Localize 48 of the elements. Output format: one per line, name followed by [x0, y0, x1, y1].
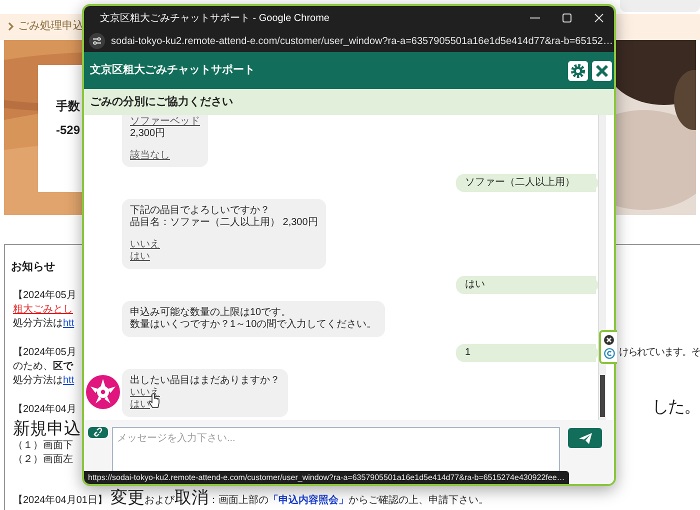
answer-link[interactable]: いいえ [130, 239, 160, 251]
send-button[interactable] [568, 428, 602, 448]
close-icon[interactable] [592, 60, 612, 80]
notice-text: のため、区で [13, 360, 73, 374]
chevron-icon [8, 22, 14, 32]
link-icon[interactable] [88, 427, 108, 438]
message-text: 1 [465, 347, 471, 359]
notice-text: 【2024年05月 [13, 288, 76, 303]
notice-text: 【2024年04月 [13, 402, 76, 417]
scrollbar-thumb[interactable] [600, 375, 605, 417]
maximize-icon[interactable] [562, 13, 572, 23]
message-text: 下記の品目でよろしいですか？ [130, 205, 271, 216]
message-text: 数量はいくつですか？1～10の間で入力してください。 [130, 319, 377, 331]
card-text: -529 [56, 122, 80, 138]
message-text: 2,300円 [130, 128, 166, 140]
notice-link[interactable]: 粗大ごみとし [13, 303, 73, 317]
notice-text: 処分方法はhtt [13, 316, 74, 331]
message-text: ソファー（二人以上用） [465, 177, 575, 189]
close-icon[interactable] [594, 13, 604, 23]
close-icon[interactable] [604, 335, 614, 345]
banner-text: ごみの分別にご協力ください [90, 94, 233, 110]
card-text: 手数 [56, 98, 80, 114]
notice-text: 【2024年05月 [13, 346, 76, 360]
notice-text: （２）画面左 [13, 453, 73, 467]
notice-text: 【2024年04月01日】 変更および取消：画面上部の「申込内容照会」からご確認の上、申請下さい。 [12, 488, 488, 509]
notices-heading: お知らせ [11, 260, 55, 274]
notice-link[interactable]: htt [63, 375, 74, 386]
letter-c-icon[interactable] [604, 348, 614, 359]
notice-text: した。 [652, 397, 700, 417]
settings-icon[interactable] [568, 60, 588, 80]
status-tooltip: https://sodai-tokyo-ku2.remote-attend-e.com/customer/user_window?ra-a=6357905501a16e1d5e414d77&ra-b=6515274e430922fee… [84, 471, 569, 484]
notice-text: けられています。そ [619, 346, 700, 360]
notice-link[interactable]: htt [63, 318, 74, 329]
notice-text: （１）画面下 [13, 439, 73, 453]
message-text: 申込み可能な数量の上限は10です。 [130, 307, 292, 318]
chat-title: 文京区粗大ごみチャットサポート [90, 62, 256, 78]
answer-link[interactable]: 該当なし [130, 150, 170, 162]
window-title: 文京区粗大ごみチャットサポート - Google Chrome [100, 12, 330, 26]
site-settings-icon[interactable] [89, 33, 105, 49]
answer-link[interactable]: はい [130, 399, 150, 411]
notice-title: 新規申込 [13, 419, 81, 439]
answer-link[interactable]: はい [130, 251, 150, 263]
send-icon [578, 432, 592, 444]
message-text: 品目名：ソファー（二人以上用） 2,300円 [130, 217, 318, 229]
answer-link[interactable]: ソファーベッド [130, 116, 200, 128]
message-text: 出したい品目はまだありますか？ [130, 375, 280, 387]
message-text: はい [465, 279, 485, 291]
notice-text: 処分方法はhtt [13, 374, 74, 388]
